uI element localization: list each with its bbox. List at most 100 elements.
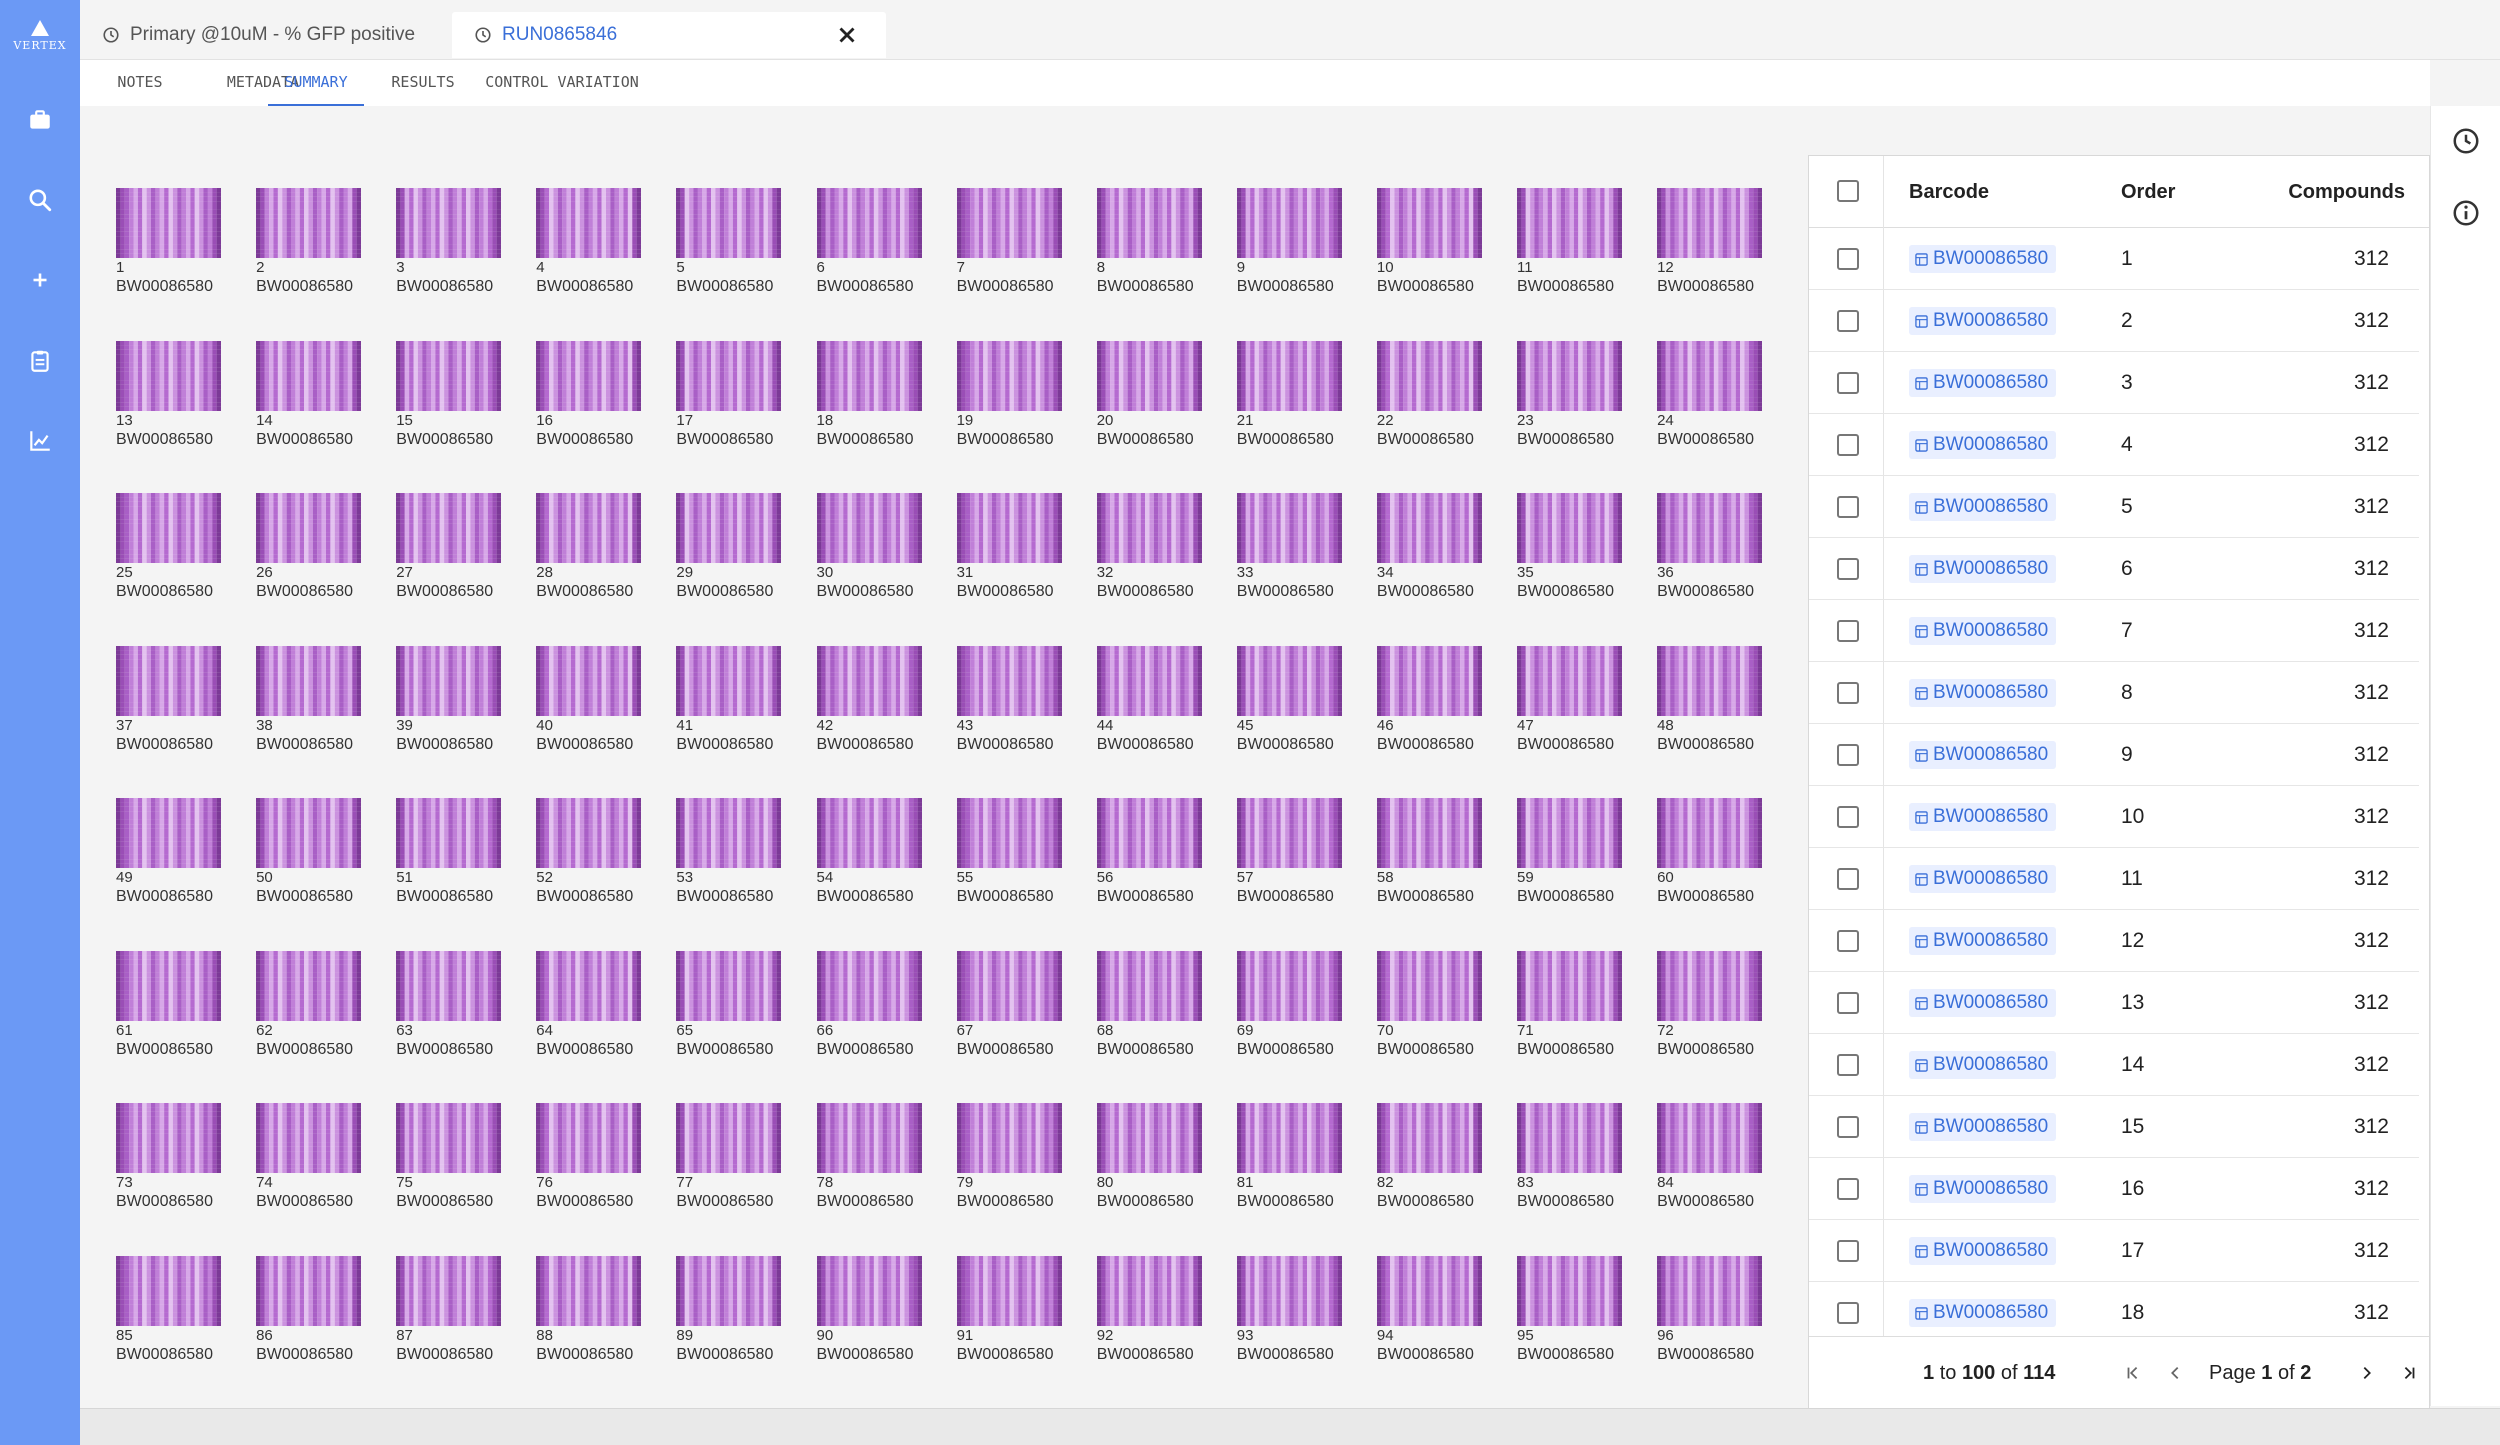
last-page-button[interactable] (2395, 1359, 2423, 1387)
plate-thumbnail[interactable]: 18 BW00086580 (816, 340, 957, 461)
barcode-link[interactable]: BW00086580 (1909, 617, 2057, 645)
plate-thumbnail[interactable]: 50 BW00086580 (256, 798, 396, 918)
plate-thumbnail[interactable]: 38 BW00086580 (256, 645, 396, 766)
plate-thumbnail[interactable]: 61 BW00086580 (116, 950, 256, 1071)
row-checkbox[interactable] (1837, 1240, 1859, 1262)
plate-thumbnail[interactable]: 72 BW00086580 (1657, 950, 1797, 1071)
barcode-link[interactable]: BW00086580 (1909, 741, 2057, 769)
plate-thumbnail[interactable]: 77 BW00086580 (676, 1103, 816, 1223)
plate-thumbnail[interactable]: 6 BW00086580 (816, 188, 957, 308)
column-header-barcode[interactable]: Barcode (1909, 156, 1989, 228)
vertex-logo[interactable]: VERTEX (12, 20, 68, 60)
plate-thumbnail[interactable]: 41 BW00086580 (676, 645, 816, 766)
column-header-compounds[interactable]: Compounds (2288, 156, 2405, 228)
table-row[interactable]: BW00086580 4 312 (1809, 414, 2419, 476)
table-row[interactable]: BW00086580 11 312 (1809, 848, 2419, 910)
plate-thumbnail[interactable]: 8 BW00086580 (1096, 188, 1237, 308)
plate-thumbnail[interactable]: 63 BW00086580 (396, 950, 536, 1071)
plate-thumbnail[interactable]: 87 BW00086580 (396, 1255, 536, 1376)
plate-thumbnail[interactable]: 81 BW00086580 (1236, 1103, 1377, 1223)
plate-thumbnail[interactable]: 2 BW00086580 (256, 188, 396, 308)
plate-thumbnail[interactable]: 21 BW00086580 (1236, 340, 1377, 461)
row-checkbox[interactable] (1837, 248, 1859, 270)
barcode-link[interactable]: BW00086580 (1909, 369, 2057, 397)
plate-thumbnail[interactable]: 84 BW00086580 (1657, 1103, 1797, 1223)
plate-thumbnail[interactable]: 74 BW00086580 (256, 1103, 396, 1223)
plate-thumbnail[interactable]: 12 BW00086580 (1657, 188, 1797, 308)
table-row[interactable]: BW00086580 10 312 (1809, 786, 2419, 848)
row-checkbox[interactable] (1837, 682, 1859, 704)
plate-thumbnail[interactable]: 79 BW00086580 (956, 1103, 1097, 1223)
table-row[interactable]: BW00086580 5 312 (1809, 476, 2419, 538)
row-checkbox[interactable] (1837, 434, 1859, 456)
first-page-button[interactable] (2119, 1359, 2147, 1387)
plate-thumbnail[interactable]: 10 BW00086580 (1376, 188, 1517, 308)
plate-thumbnail[interactable]: 40 BW00086580 (536, 645, 676, 766)
plate-thumbnail[interactable]: 96 BW00086580 (1657, 1255, 1797, 1376)
tab-summary[interactable]: SUMMARY (268, 60, 364, 106)
barcode-link[interactable]: BW00086580 (1909, 803, 2057, 831)
plate-thumbnail[interactable]: 49 BW00086580 (116, 798, 256, 918)
row-checkbox[interactable] (1837, 930, 1859, 952)
plate-thumbnail[interactable]: 54 BW00086580 (816, 798, 957, 918)
plate-thumbnail[interactable]: 76 BW00086580 (536, 1103, 676, 1223)
tab-results[interactable]: RESULTS (374, 60, 472, 106)
column-header-order[interactable]: Order (2121, 156, 2175, 228)
plate-thumbnail[interactable]: 68 BW00086580 (1096, 950, 1237, 1071)
plate-thumbnail[interactable]: 16 BW00086580 (536, 340, 676, 461)
plate-thumbnail[interactable]: 51 BW00086580 (396, 798, 536, 918)
plate-thumbnail[interactable]: 24 BW00086580 (1657, 340, 1797, 461)
plate-thumbnail[interactable]: 47 BW00086580 (1517, 645, 1657, 766)
table-row[interactable]: BW00086580 14 312 (1809, 1034, 2419, 1096)
plate-thumbnail[interactable]: 70 BW00086580 (1376, 950, 1517, 1071)
row-checkbox[interactable] (1837, 558, 1859, 580)
horizontal-scrollbar[interactable] (80, 1408, 2500, 1445)
plate-thumbnail[interactable]: 55 BW00086580 (956, 798, 1097, 918)
table-row[interactable]: BW00086580 8 312 (1809, 662, 2419, 724)
plate-thumbnail[interactable]: 83 BW00086580 (1517, 1103, 1657, 1223)
plate-thumbnail[interactable]: 95 BW00086580 (1517, 1255, 1657, 1376)
plate-thumbnail[interactable]: 62 BW00086580 (256, 950, 396, 1071)
plate-thumbnail[interactable]: 35 BW00086580 (1517, 493, 1657, 613)
table-row[interactable]: BW00086580 6 312 (1809, 538, 2419, 600)
plate-thumbnail[interactable]: 37 BW00086580 (116, 645, 256, 766)
plate-thumbnail[interactable]: 86 BW00086580 (256, 1255, 396, 1376)
plate-thumbnail[interactable]: 80 BW00086580 (1096, 1103, 1237, 1223)
table-row[interactable]: BW00086580 3 312 (1809, 352, 2419, 414)
barcode-link[interactable]: BW00086580 (1909, 1113, 2057, 1141)
close-icon[interactable] (834, 22, 860, 48)
plate-thumbnail[interactable]: 7 BW00086580 (956, 188, 1097, 308)
plate-thumbnail[interactable]: 89 BW00086580 (676, 1255, 816, 1376)
plate-thumbnail[interactable]: 5 BW00086580 (676, 188, 816, 308)
plate-thumbnail[interactable]: 27 BW00086580 (396, 493, 536, 613)
plate-thumbnail[interactable]: 78 BW00086580 (816, 1103, 957, 1223)
plate-thumbnail[interactable]: 1 BW00086580 (116, 188, 256, 308)
plate-thumbnail[interactable]: 33 BW00086580 (1236, 493, 1377, 613)
plate-thumbnail[interactable]: 91 BW00086580 (956, 1255, 1097, 1376)
plate-thumbnail[interactable]: 53 BW00086580 (676, 798, 816, 918)
plate-thumbnail[interactable]: 46 BW00086580 (1376, 645, 1517, 766)
plate-thumbnail[interactable]: 11 BW00086580 (1517, 188, 1657, 308)
plate-thumbnail[interactable]: 69 BW00086580 (1236, 950, 1377, 1071)
barcode-link[interactable]: BW00086580 (1909, 927, 2057, 955)
info-icon[interactable] (2451, 198, 2481, 228)
plate-thumbnail[interactable]: 59 BW00086580 (1517, 798, 1657, 918)
plate-thumbnail[interactable]: 56 BW00086580 (1096, 798, 1237, 918)
plate-thumbnail[interactable]: 85 BW00086580 (116, 1255, 256, 1376)
row-checkbox[interactable] (1837, 310, 1859, 332)
plate-thumbnail[interactable]: 31 BW00086580 (956, 493, 1097, 613)
plus-icon[interactable] (20, 260, 60, 300)
row-checkbox[interactable] (1837, 868, 1859, 890)
plate-thumbnail[interactable]: 48 BW00086580 (1657, 645, 1797, 766)
table-row[interactable]: BW00086580 16 312 (1809, 1158, 2419, 1220)
barcode-link[interactable]: BW00086580 (1909, 1051, 2057, 1079)
table-row[interactable]: BW00086580 18 312 (1809, 1282, 2419, 1336)
plate-thumbnail[interactable]: 39 BW00086580 (396, 645, 536, 766)
row-checkbox[interactable] (1837, 1178, 1859, 1200)
tab-notes[interactable]: NOTES (90, 60, 190, 106)
plate-thumbnail[interactable]: 15 BW00086580 (396, 340, 536, 461)
plate-thumbnail[interactable]: 36 BW00086580 (1657, 493, 1797, 613)
plate-thumbnail[interactable]: 42 BW00086580 (816, 645, 957, 766)
plate-thumbnail[interactable]: 88 BW00086580 (536, 1255, 676, 1376)
barcode-link[interactable]: BW00086580 (1909, 431, 2057, 459)
